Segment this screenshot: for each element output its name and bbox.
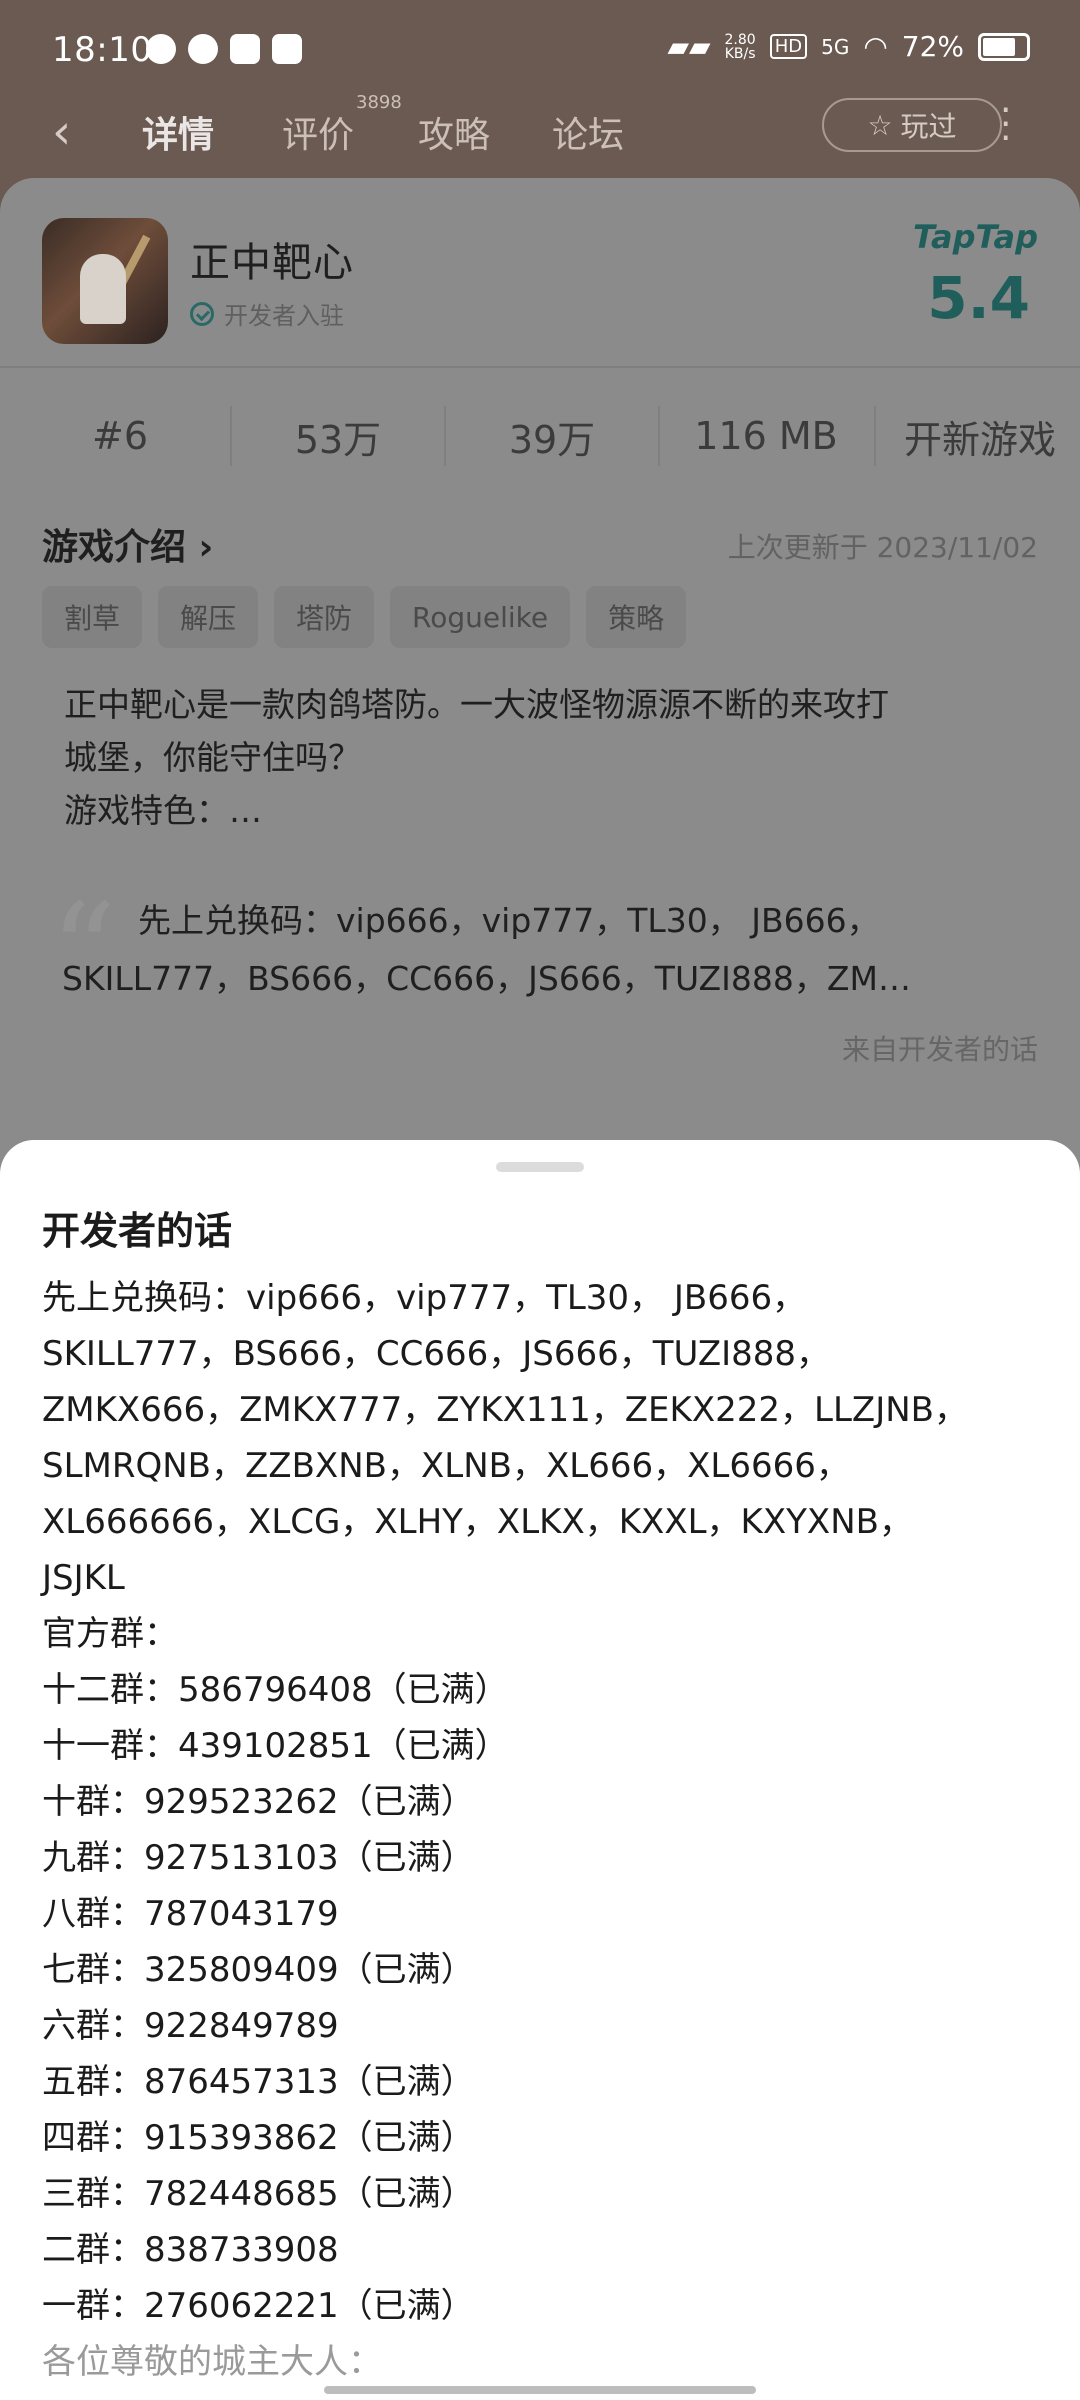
sheet-line: 各位尊敬的城主大人：: [42, 2342, 382, 2382]
wifi-icon: ◠: [863, 30, 888, 63]
last-updated: 上次更新于 2023/11/02: [727, 531, 1038, 564]
developer-note-sheet[interactable]: 开发者的话 先上兑换码：vip666，vip777，TL30， JB666， S…: [0, 1140, 1080, 2400]
cloud-icon: [188, 34, 218, 64]
top-nav: ‹ 详情 评价 3898 攻略 论坛 ☆ 玩过 · · ·: [0, 90, 1080, 190]
chevron-right-icon: ›: [186, 527, 214, 568]
status-right: ▰▰ 2.80 KB/s HD 5G ◠ 72%: [667, 30, 1030, 63]
stat-followers: 53万: [294, 417, 382, 462]
more-vertical-icon[interactable]: · · ·: [1000, 93, 1014, 157]
rating-score: 5.4: [927, 264, 1030, 332]
tab-guides[interactable]: 攻略: [418, 106, 490, 158]
sheet-line: JSJKL: [42, 1558, 125, 1598]
net-speed: 2.80 KB/s: [724, 31, 756, 62]
divider: [0, 366, 1080, 368]
signal-brand-icon: ▰▰: [667, 30, 711, 63]
sheet-line: 九群：927513103（已满）: [42, 1838, 475, 1878]
sheet-line: 一群：276062221（已满）: [42, 2286, 475, 2326]
stat-size: 116 MB: [694, 414, 838, 458]
stat-rank: #6: [91, 414, 149, 458]
sheet-line: 八群：787043179: [42, 1894, 339, 1934]
tag-item[interactable]: 割草: [42, 586, 143, 648]
signal-icon: 5G: [821, 34, 850, 59]
tab-reviews[interactable]: 评价: [282, 106, 354, 158]
game-app-icon: [42, 218, 168, 344]
hd-icon: HD: [769, 34, 808, 59]
sheet-line: XL666666，XLCG，XLHY，XLKX，KXXL，KXYXNB，: [42, 1502, 913, 1542]
app-notification-icon-2: [272, 34, 302, 64]
sheet-line: 二群：838733908: [42, 2230, 339, 2270]
tag-item[interactable]: 塔防: [274, 586, 375, 648]
sheet-line: 十群：929523262（已满）: [42, 1782, 475, 1822]
reviews-count-badge: 3898: [356, 92, 402, 113]
sheet-line: 六群：922849789: [42, 2006, 339, 2046]
developer-verified: 开发者入驻: [190, 296, 344, 331]
quote-line: 先上兑换码：vip666，vip777，TL30， JB666，: [138, 901, 880, 940]
sheet-line: 十二群：586796408（已满）: [42, 1670, 509, 1710]
stat-category[interactable]: 开新游戏: [874, 372, 1080, 500]
sheet-line: SKILL777，BS666，CC666，JS666，TUZI888，: [42, 1334, 831, 1374]
home-indicator[interactable]: [324, 2386, 756, 2394]
drag-handle[interactable]: [496, 1162, 584, 1172]
sheet-line: 先上兑换码：vip666，vip777，TL30， JB666，: [42, 1278, 807, 1318]
stats-row: #6 53万 39万 116 MB 开新游戏: [0, 372, 1080, 500]
tag-item[interactable]: 策略: [586, 586, 687, 648]
sheet-line: 五群：876457313（已满）: [42, 2062, 475, 2102]
message-icon: [146, 34, 176, 64]
intro-description[interactable]: 正中靶心是一款肉鸽塔防。一大波怪物源源不断的来攻打 城堡，你能守住吗？ 游戏特色…: [64, 678, 1024, 837]
sheet-line: 七群：325809409（已满）: [42, 1950, 475, 1990]
sheet-line: 四群：915393862（已满）: [42, 2118, 475, 2158]
played-button[interactable]: ☆ 玩过: [822, 98, 1002, 152]
notification-icons: [146, 34, 302, 64]
verified-label: 开发者入驻: [224, 302, 344, 330]
sheet-content: 先上兑换码：vip666，vip777，TL30， JB666， SKILL77…: [42, 1270, 1052, 2390]
check-circle-icon: [190, 301, 214, 326]
sheet-line: SLMRQNB，ZZBXNB，XLNB，XL666，XL6666，: [42, 1446, 850, 1486]
sheet-line: 官方群：: [42, 1614, 178, 1654]
game-detail-card: 正中靶心 开发者入驻 TapTap 5.4 #6 53万 39万 116 MB …: [0, 178, 1080, 1178]
stat-downloads: 39万: [508, 417, 596, 462]
tag-item[interactable]: 解压: [158, 586, 259, 648]
game-title: 正中靶心: [190, 240, 354, 286]
tag-item[interactable]: Roguelike: [390, 586, 571, 648]
status-bar: 18:10 ▰▰ 2.80 KB/s HD 5G ◠ 72%: [0, 0, 1080, 100]
quote-line: SKILL777，BS666，CC666，JS666，TUZI888，ZM…: [62, 959, 911, 998]
quote-source: 来自开发者的话: [841, 1033, 1038, 1066]
sheet-line: ZMKX666，ZMKX777，ZYKX111，ZEKX222，LLZJNB，: [42, 1390, 968, 1430]
battery-percent: 72%: [901, 30, 964, 63]
app-notification-icon: [230, 34, 260, 64]
tab-details[interactable]: 详情: [142, 106, 214, 158]
status-time: 18:10: [52, 30, 153, 70]
battery-icon: [978, 32, 1030, 61]
tab-forum[interactable]: 论坛: [552, 106, 624, 158]
star-icon: ☆: [867, 108, 893, 142]
sheet-line: 十一群：439102851（已满）: [42, 1726, 509, 1766]
intro-title[interactable]: 游戏介绍 ›: [42, 518, 213, 570]
back-chevron-icon[interactable]: ‹: [52, 104, 71, 160]
tag-list: 割草 解压 塔防 Roguelike 策略: [42, 586, 687, 648]
sheet-line: 三群：782448685（已满）: [42, 2174, 475, 2214]
played-label: 玩过: [900, 110, 957, 143]
taptap-logo: TapTap: [912, 218, 1038, 256]
sheet-title: 开发者的话: [42, 1209, 233, 1253]
